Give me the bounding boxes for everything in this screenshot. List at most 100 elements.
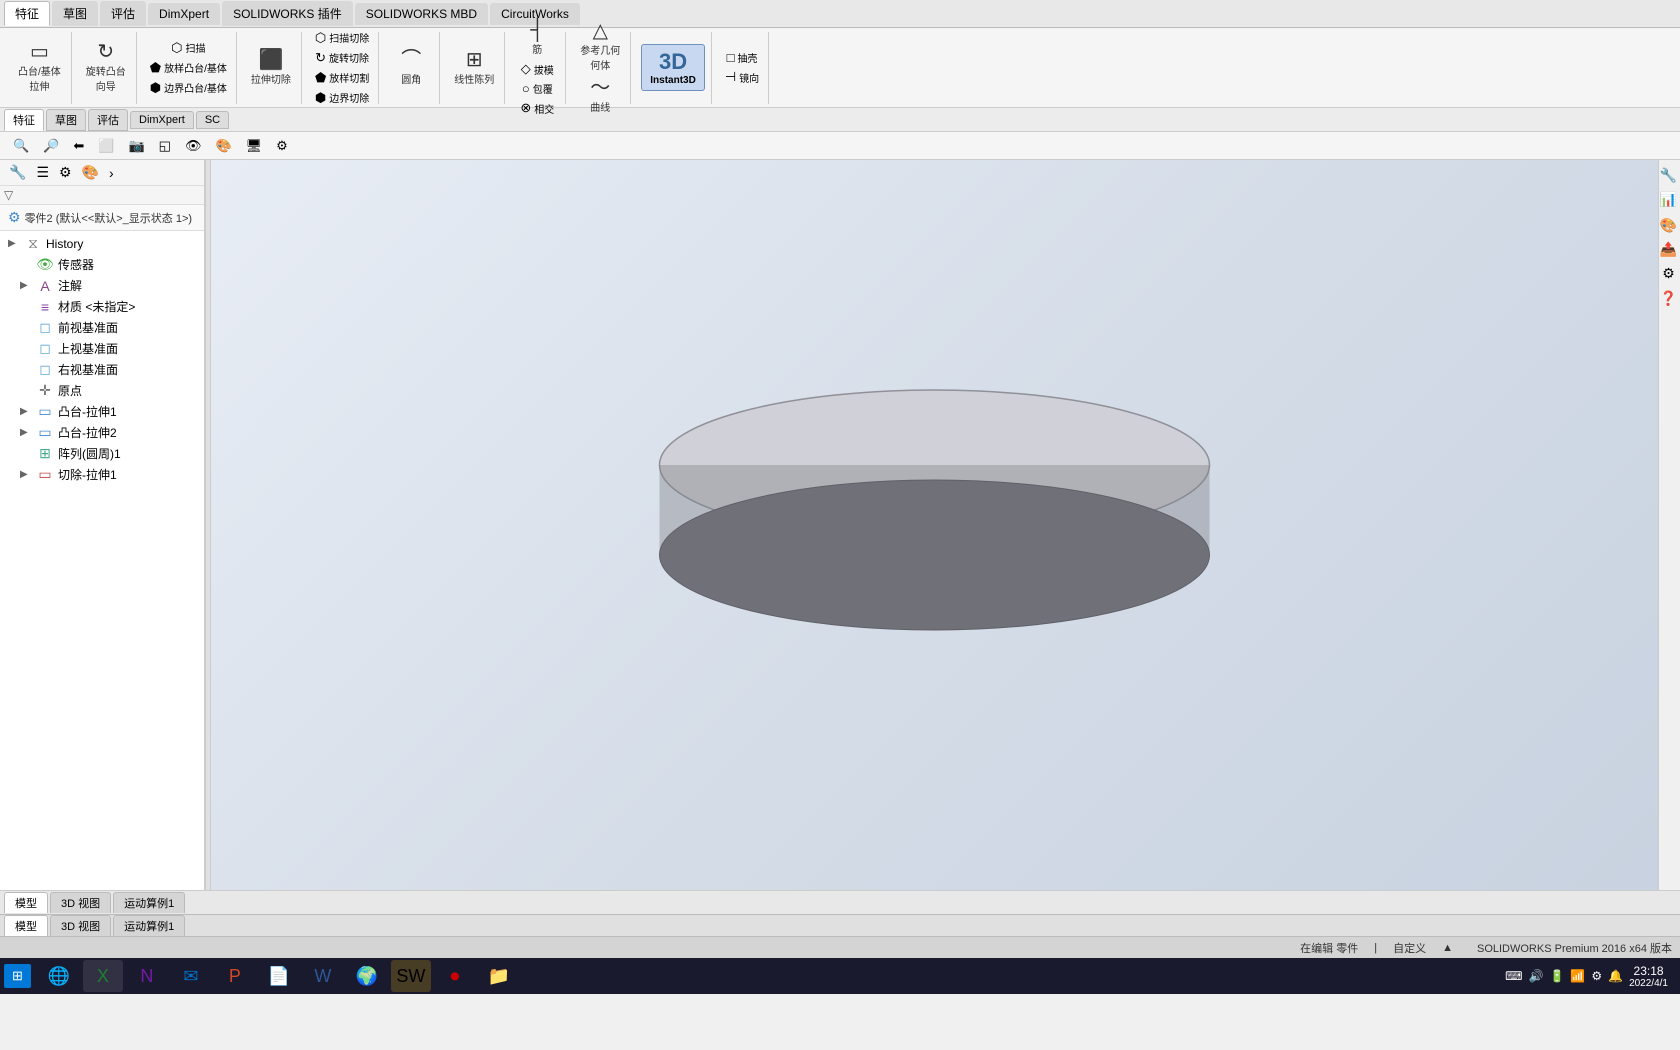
sweep-btn[interactable]: ⬡ 扫描: [168, 39, 208, 57]
taskbar-time: 23:182022/4/1: [1629, 964, 1668, 989]
right-btn-2[interactable]: 📊: [1660, 189, 1680, 210]
extrude-boss-btn[interactable]: ▭ 凸台/基体拉伸: [14, 40, 65, 95]
sweep-cut-btn[interactable]: ⬡ 扫描切除: [312, 29, 372, 47]
right-btn-5[interactable]: ⚙: [1660, 264, 1680, 284]
reference-geometry-btn[interactable]: △ 参考几何何体: [576, 19, 624, 74]
mirror-btn[interactable]: ⊣ 镜向: [722, 68, 762, 86]
tree-item-sensor[interactable]: 👁 传感器: [0, 254, 204, 275]
previous-view-btn[interactable]: ⬅: [68, 136, 89, 156]
taskbar-item-browser[interactable]: 🌍: [347, 960, 387, 992]
taskbar-item-word[interactable]: W: [303, 960, 343, 992]
taskbar-item-record[interactable]: ⏺: [435, 960, 475, 992]
right-btn-4[interactable]: 📤: [1660, 239, 1680, 260]
display-tab-btn[interactable]: 🎨: [79, 163, 102, 182]
taskbar-item-powerpoint[interactable]: P: [215, 960, 255, 992]
right-btn-3[interactable]: 🎨: [1660, 214, 1680, 235]
shell-btn[interactable]: □ 抽壳: [724, 49, 761, 66]
boss1-icon: ▭: [36, 403, 54, 420]
tree-item-boss-extrude1[interactable]: ▶ ▭ 凸台-拉伸1: [0, 401, 204, 422]
extrude-cut-btn[interactable]: ⬛ 拉伸切除: [247, 48, 295, 88]
edit-appearance-btn[interactable]: 🎨: [210, 136, 236, 156]
taskbar-item-excel[interactable]: X: [83, 960, 123, 992]
expand-settings-btn[interactable]: ▲: [1442, 942, 1453, 954]
loft-icon: ⬟: [150, 60, 161, 76]
expand-btn[interactable]: ›: [106, 164, 117, 182]
pattern-group: ⊞ 线性陈列: [444, 32, 505, 104]
sec-tab-sc[interactable]: SC: [196, 111, 229, 129]
fillet-icon: ⌒: [401, 50, 421, 70]
bottom-tab-3dview[interactable]: 3D 视图: [50, 892, 111, 913]
feature-tab-btn[interactable]: 🔧: [6, 163, 29, 182]
tree-item-material[interactable]: ≡ 材质 <未指定>: [0, 296, 204, 317]
loft-cut-btn[interactable]: ⬟ 放样切割: [312, 69, 372, 87]
bottom-tab-model[interactable]: 模型: [4, 892, 48, 913]
sec-tab-features[interactable]: 特征: [4, 109, 44, 131]
curves-btn[interactable]: 〜 曲线: [578, 76, 622, 116]
rib-btn[interactable]: ┤ 筋: [515, 18, 559, 58]
tree-item-cut-extrude1[interactable]: ▶ ▭ 切除-拉伸1: [0, 464, 204, 485]
view-orient-btn[interactable]: 📷: [123, 136, 149, 156]
section-view-btn[interactable]: ⬜: [93, 136, 119, 156]
bottom-tab2-motion1[interactable]: 运动算例1: [113, 915, 185, 936]
config-tab-btn[interactable]: ⚙: [56, 163, 75, 182]
material-label: 材质 <未指定>: [58, 298, 196, 315]
tree-item-right-plane[interactable]: ◻ 右视基准面: [0, 359, 204, 380]
bottom-tab2-3dview[interactable]: 3D 视图: [50, 915, 111, 936]
sec-tab-evaluate[interactable]: 评估: [88, 109, 128, 131]
boundary-icon: ⬢: [150, 80, 161, 96]
taskbar-item-solidworks[interactable]: SW: [391, 960, 431, 992]
tab-dimxpert[interactable]: DimXpert: [148, 3, 220, 25]
linear-pattern-btn[interactable]: ⊞ 线性陈列: [450, 48, 498, 88]
right-btn-1[interactable]: 🔧: [1660, 164, 1680, 185]
bottom-tab2-model[interactable]: 模型: [4, 915, 48, 936]
tab-sw-plugin[interactable]: SOLIDWORKS 插件: [222, 1, 353, 26]
zoom-btn[interactable]: 🔎: [38, 136, 64, 156]
wrap-btn[interactable]: ○ 包覆: [519, 80, 556, 97]
tree-item-front-plane[interactable]: ◻ 前视基准面: [0, 317, 204, 338]
viewport[interactable]: /* handled below */: [211, 160, 1658, 890]
intersect-btn[interactable]: ⊗ 相交: [517, 99, 557, 117]
property-tab-btn[interactable]: ☰: [33, 163, 52, 182]
extrude-boss-icon: ▭: [30, 42, 49, 62]
tab-features[interactable]: 特征: [4, 1, 50, 26]
boundary-btn[interactable]: ⬢ 边界凸台/基体: [147, 79, 230, 97]
tree-item-history[interactable]: ▶ ⧖ History: [0, 233, 204, 254]
boundary-cut-btn[interactable]: ⬢ 边界切除: [312, 89, 372, 107]
scene-btn[interactable]: 🖥: [241, 136, 268, 156]
taskbar-item-onenote[interactable]: N: [127, 960, 167, 992]
revolve-label: 旋转凸台向导: [86, 63, 126, 93]
sec-tab-sketch[interactable]: 草图: [46, 109, 86, 131]
taskbar-start-btn[interactable]: ⊞: [4, 964, 31, 988]
tree-item-origin[interactable]: ✛ 原点: [0, 380, 204, 401]
top-plane-label: 上视基准面: [58, 340, 196, 357]
taskbar-item-explorer[interactable]: 📁: [479, 960, 519, 992]
tab-sw-mbd[interactable]: SOLIDWORKS MBD: [355, 3, 488, 25]
right-btn-6[interactable]: ❓: [1660, 288, 1680, 309]
tree-item-top-plane[interactable]: ◻ 上视基准面: [0, 338, 204, 359]
revolve-cut-btn[interactable]: ↻ 旋转切除: [312, 49, 372, 67]
tree-item-circular-pattern[interactable]: ⊞ 阵列(圆周)1: [0, 443, 204, 464]
secondary-tabs: 特征 草图 评估 DimXpert SC: [0, 108, 1680, 132]
ribbon-tabs: 特征 草图 评估 DimXpert SOLIDWORKS 插件 SOLIDWOR…: [0, 0, 1680, 28]
display-style-btn[interactable]: ◱: [154, 136, 176, 156]
tree-item-annotation[interactable]: ▶ A 注解: [0, 275, 204, 296]
view-settings-btn[interactable]: ⚙: [271, 136, 293, 156]
tree-item-boss-extrude2[interactable]: ▶ ▭ 凸台-拉伸2: [0, 422, 204, 443]
tab-evaluate[interactable]: 评估: [100, 1, 146, 26]
fillet-btn[interactable]: ⌒ 圆角: [389, 48, 433, 88]
hide-show-btn[interactable]: 👁: [180, 136, 207, 156]
battery-icon: 🔋: [1549, 969, 1564, 983]
revolve-boss-btn[interactable]: ↻ 旋转凸台向导: [82, 40, 130, 95]
tab-sketch[interactable]: 草图: [52, 1, 98, 26]
taskbar-item-ie[interactable]: 🌐: [39, 960, 79, 992]
zoom-to-fit-btn[interactable]: 🔍: [8, 136, 34, 156]
feature-tree: ▶ ⧖ History 👁 传感器 ▶ A 注解 ≡ 材质 <未指定>: [0, 231, 204, 890]
boss2-expand: ▶: [20, 427, 32, 438]
taskbar-item-outlook[interactable]: ✉: [171, 960, 211, 992]
instant3d-btn[interactable]: 3D Instant3D: [641, 44, 705, 91]
bottom-tab-motion1[interactable]: 运动算例1: [113, 892, 185, 913]
taskbar-item-pdf[interactable]: 📄: [259, 960, 299, 992]
loft-btn[interactable]: ⬟ 放样凸台/基体: [147, 59, 230, 77]
sec-tab-dimxpert[interactable]: DimXpert: [130, 111, 194, 129]
draft-btn[interactable]: ◇ 拔模: [518, 60, 557, 78]
